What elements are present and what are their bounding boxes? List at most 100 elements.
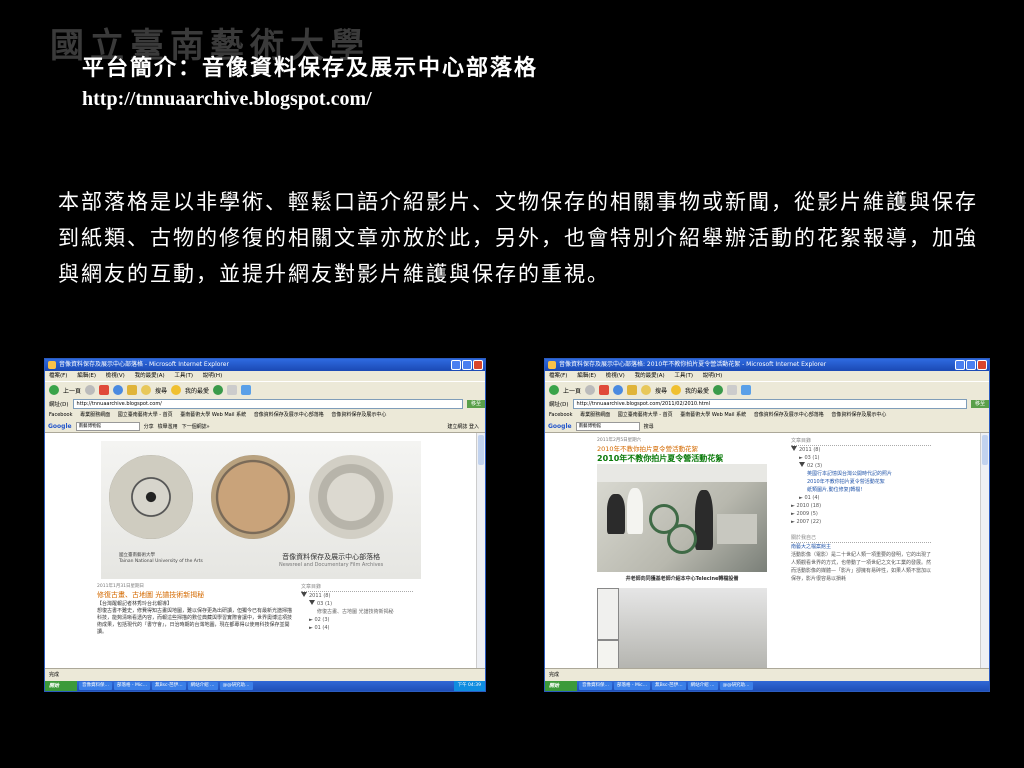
taskbar-item[interactable]: 部落格 - Mic… [614, 682, 651, 690]
archive-post-link[interactable]: 紙類圖片,動位修复|轉檔! [791, 486, 931, 494]
search-label[interactable]: 搜尋 [155, 386, 167, 395]
start-button[interactable]: 開始 [45, 681, 77, 691]
taskbar-item[interactable]: 無Bsc-芭伊… [652, 682, 686, 690]
archive-post-link[interactable]: 英國行本記憶與台灣公開時代記的照片 [791, 470, 931, 478]
search-label[interactable]: 搜尋 [655, 386, 667, 395]
history-icon[interactable] [713, 385, 724, 395]
favorites-label[interactable]: 我的最愛 [685, 386, 709, 395]
menu-edit[interactable]: 編輯(E) [577, 373, 596, 379]
post-title[interactable]: 修復古畫、古地圖 光譜技術新揭秘 [97, 592, 293, 599]
taskbar-item[interactable]: 音像資料保… [579, 682, 612, 690]
blogger-report[interactable]: 檢舉濫用 [158, 423, 178, 430]
back-label[interactable]: 上一頁 [563, 386, 581, 395]
google-search-label[interactable]: 搜尋 [644, 423, 654, 430]
link-archive-blog[interactable]: 音像資料保存及展示中心部落格 [754, 412, 824, 418]
go-button[interactable]: 移至 [971, 400, 989, 408]
print-icon[interactable] [241, 385, 252, 395]
archive-post-link[interactable]: 2010年不教你拍片夏令營活動花絮 [791, 478, 931, 486]
home-icon[interactable] [127, 385, 138, 395]
taskbar-item[interactable]: 音像資料保… [79, 682, 112, 690]
archive-month[interactable]: 02 (3) [791, 462, 931, 470]
search-icon[interactable] [641, 385, 652, 395]
minimize-button[interactable] [955, 360, 965, 370]
forward-icon[interactable] [85, 385, 96, 395]
menu-view[interactable]: 檢視(V) [106, 373, 125, 379]
link-archive-center[interactable]: 音像資料保存及展示中心 [831, 412, 886, 418]
address-input[interactable]: http://tnnuaarchive.blogspot.com/2011/02… [572, 399, 967, 409]
maximize-button[interactable] [966, 360, 976, 370]
scrollbar[interactable] [980, 433, 989, 669]
archive-month[interactable]: ► 01 (4) [301, 624, 413, 632]
link-facebook[interactable]: Facebook [49, 412, 73, 418]
expand-icon[interactable] [791, 446, 797, 451]
link-archive-center[interactable]: 音像資料保存及展示中心 [331, 412, 386, 418]
google-search-input[interactable]: 南藝博物館 [575, 421, 640, 431]
link-webmail[interactable]: 臺南藝術大學 Web Mail 系統 [180, 412, 246, 418]
menu-tools[interactable]: 工具(T) [674, 373, 693, 379]
link-webmail[interactable]: 臺南藝術大學 Web Mail 系統 [680, 412, 746, 418]
archive-month[interactable]: 03 (1) [301, 600, 413, 608]
close-button[interactable] [977, 360, 987, 370]
stop-icon[interactable] [99, 385, 110, 395]
mail-icon[interactable] [727, 385, 738, 395]
menu-favorites[interactable]: 我的最愛(A) [135, 373, 165, 379]
archive-year[interactable]: 2011 (8) [791, 446, 931, 454]
taskbar-item[interactable]: 部落格 - Mic… [114, 682, 151, 690]
expand-icon[interactable] [301, 592, 307, 597]
link-tnnua-home[interactable]: 國立臺南藝術大學 - 首頁 [618, 412, 673, 418]
menu-file[interactable]: 檔案(F) [49, 373, 67, 379]
menu-tools[interactable]: 工具(T) [174, 373, 193, 379]
menu-favorites[interactable]: 我的最愛(A) [635, 373, 665, 379]
archive-year[interactable]: ► 2010 (18) [791, 502, 931, 510]
blogger-next[interactable]: 下一個網誌» [182, 423, 210, 430]
taskbar-item[interactable]: 無Bsc-芭伊… [152, 682, 186, 690]
post-title-link[interactable]: 2010年不教你拍片夏令營活動花絮 [597, 443, 767, 453]
archive-year[interactable]: ► 2007 (22) [791, 518, 931, 526]
print-icon[interactable] [741, 385, 752, 395]
favorites-icon[interactable] [671, 385, 682, 395]
taskbar-item[interactable]: 網站介紹 … [687, 682, 718, 690]
home-icon[interactable] [627, 385, 638, 395]
menu-view[interactable]: 檢視(V) [606, 373, 625, 379]
archive-year[interactable]: 2011 (8) [301, 592, 413, 600]
archive-year[interactable]: ► 2009 (5) [791, 510, 931, 518]
address-input[interactable]: http://tnnuaarchive.blogspot.com/ [72, 399, 463, 409]
archive-post-link[interactable]: 修復古畫、古地圖 光譜技術新揭秘 [301, 608, 413, 616]
archive-month[interactable]: ► 03 (1) [791, 454, 931, 462]
favorites-label[interactable]: 我的最愛 [185, 386, 209, 395]
link-services[interactable]: 專業服務網面 [80, 412, 110, 418]
forward-icon[interactable] [585, 385, 596, 395]
archive-month[interactable]: ► 02 (3) [301, 616, 413, 624]
blogger-login[interactable]: 建立網誌 登入 [447, 423, 479, 430]
link-tnnua-home[interactable]: 國立臺南藝術大學 - 首頁 [118, 412, 173, 418]
close-button[interactable] [473, 360, 483, 370]
back-label[interactable]: 上一頁 [63, 386, 81, 395]
taskbar-item[interactable]: @@研究助… [219, 682, 253, 690]
expand-icon[interactable] [309, 600, 315, 605]
link-facebook[interactable]: Facebook [549, 412, 573, 418]
expand-icon[interactable] [799, 462, 805, 467]
go-button[interactable]: 移至 [467, 400, 485, 408]
maximize-button[interactable] [462, 360, 472, 370]
about-name[interactable]: 南藝大之檔案館主 [791, 543, 931, 551]
search-icon[interactable] [141, 385, 152, 395]
start-button[interactable]: 開始 [545, 681, 577, 691]
taskbar-item[interactable]: 網站介紹 … [187, 682, 218, 690]
blogger-share[interactable]: 分享 [144, 423, 154, 430]
refresh-icon[interactable] [113, 385, 124, 395]
menu-help[interactable]: 說明(H) [703, 373, 722, 379]
minimize-button[interactable] [451, 360, 461, 370]
menu-file[interactable]: 檔案(F) [549, 373, 567, 379]
taskbar-item[interactable]: @@研究助… [719, 682, 753, 690]
stop-icon[interactable] [599, 385, 610, 395]
scrollbar[interactable] [476, 433, 485, 669]
back-icon[interactable] [49, 385, 59, 395]
google-search-input[interactable]: 南藝博物館 [75, 421, 140, 431]
back-icon[interactable] [549, 385, 559, 395]
archive-month[interactable]: ► 01 (4) [791, 494, 931, 502]
link-archive-blog[interactable]: 音像資料保存及展示中心部落格 [254, 412, 324, 418]
refresh-icon[interactable] [613, 385, 624, 395]
favorites-icon[interactable] [171, 385, 182, 395]
history-icon[interactable] [213, 385, 224, 395]
link-services[interactable]: 專業服務網面 [580, 412, 610, 418]
